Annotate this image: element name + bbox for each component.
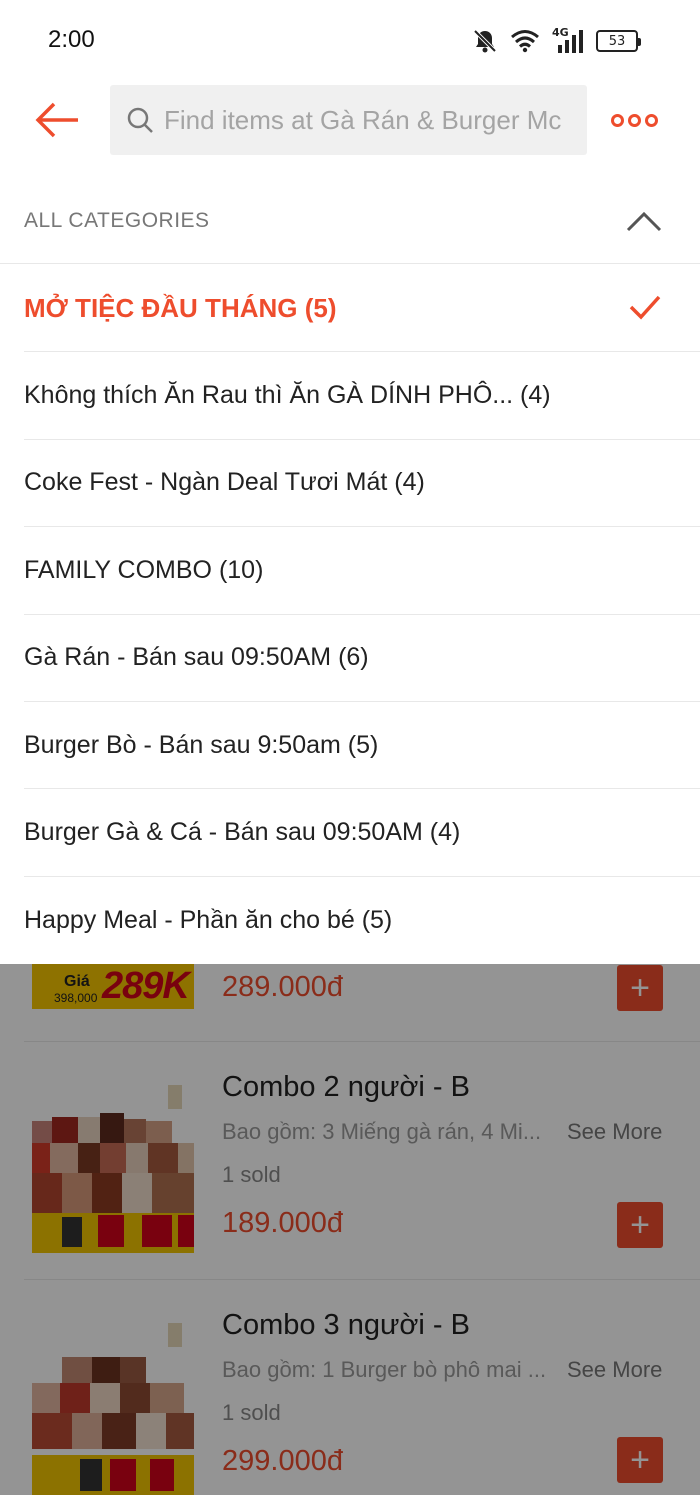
top-bar [0, 82, 700, 160]
category-label: Burger Bò - Bán sau 9:50am (5) [24, 730, 379, 759]
battery-icon: 53 [596, 30, 641, 52]
checkmark-icon [629, 295, 661, 320]
category-item[interactable]: Burger Bò - Bán sau 9:50am (5) [24, 702, 700, 790]
category-item[interactable]: Happy Meal - Phần ăn cho bé (5) [24, 877, 700, 964]
category-item[interactable]: Burger Gà & Cá - Bán sau 09:50AM (4) [24, 789, 700, 877]
category-label: MỞ TIỆC ĐẦU THÁNG (5) [24, 292, 337, 323]
search-input[interactable] [164, 104, 564, 136]
category-label: Happy Meal - Phần ăn cho bé (5) [24, 905, 393, 934]
back-arrow-icon [35, 102, 78, 138]
category-item[interactable]: FAMILY COMBO (10) [24, 527, 700, 615]
status-icons: 4G 53 [472, 26, 641, 54]
more-dot-icon [644, 113, 658, 127]
category-label: Burger Gà & Cá - Bán sau 09:50AM (4) [24, 818, 461, 847]
cellular-signal-icon: 4G [552, 26, 584, 54]
category-item[interactable]: Không thích Ăn Rau thì Ăn GÀ DÍNH PHÔ...… [24, 352, 700, 440]
category-panel-title: ALL CATEGORIES [24, 209, 210, 232]
search-icon [127, 107, 153, 133]
category-label: Coke Fest - Ngàn Deal Tươi Mát (4) [24, 468, 425, 497]
status-time: 2:00 [48, 26, 95, 53]
mute-bell-icon [472, 28, 498, 54]
back-button[interactable] [28, 92, 84, 148]
category-label: Gà Rán - Bán sau 09:50AM (6) [24, 643, 369, 672]
category-panel-header[interactable]: ALL CATEGORIES [0, 178, 700, 264]
more-dot-icon [627, 113, 641, 127]
more-dot-icon [610, 113, 624, 127]
category-item[interactable]: Coke Fest - Ngàn Deal Tươi Mát (4) [24, 440, 700, 528]
search-bar[interactable] [110, 85, 587, 155]
category-label: Không thích Ăn Rau thì Ăn GÀ DÍNH PHÔ...… [24, 381, 551, 410]
chevron-up-icon [626, 211, 662, 232]
category-label: FAMILY COMBO (10) [24, 555, 264, 584]
category-item-selected[interactable]: MỞ TIỆC ĐẦU THÁNG (5) [24, 265, 700, 353]
dim-overlay[interactable] [0, 963, 700, 1495]
battery-level: 53 [608, 33, 626, 49]
category-list: MỞ TIỆC ĐẦU THÁNG (5) Không thích Ăn Rau… [0, 265, 700, 965]
more-options-button[interactable] [604, 104, 664, 136]
collapse-button[interactable] [622, 202, 666, 238]
wifi-icon [510, 29, 540, 53]
category-item[interactable]: Gà Rán - Bán sau 09:50AM (6) [24, 615, 700, 702]
status-bar: 2:00 4G 53 [0, 0, 700, 82]
network-type: 4G [552, 26, 569, 39]
